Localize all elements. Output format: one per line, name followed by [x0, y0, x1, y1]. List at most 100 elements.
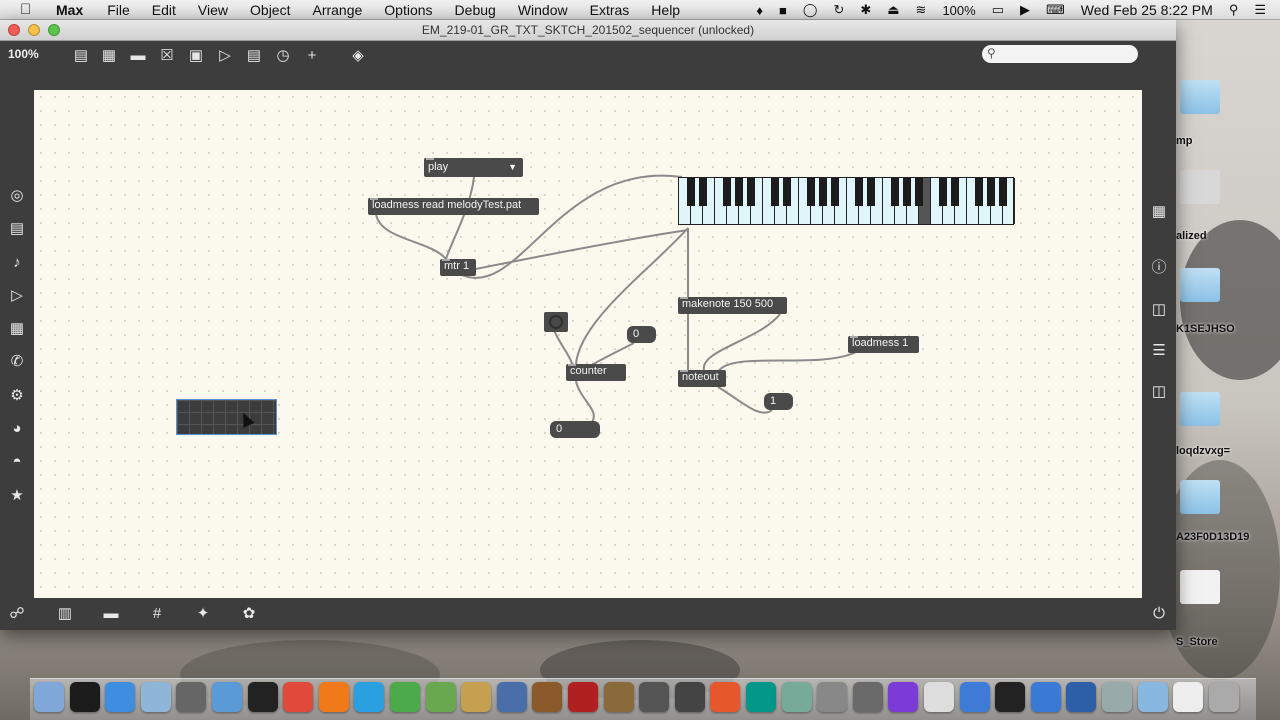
desktop-folder-icon[interactable]	[1180, 80, 1220, 114]
dock-app-icon[interactable]	[140, 682, 171, 712]
dock-app-icon[interactable]	[888, 682, 919, 712]
grid-icon[interactable]: #	[146, 604, 168, 624]
kslider-keyboard[interactable]	[678, 177, 1015, 225]
notification-center-icon[interactable]: ☰	[1254, 2, 1266, 18]
dock-app-icon[interactable]	[425, 682, 456, 712]
accessibility-icon[interactable]: ◯	[803, 2, 818, 18]
battery-label[interactable]: 100%	[942, 3, 975, 18]
black-key[interactable]	[975, 178, 983, 206]
menu-app-name[interactable]: Max	[56, 2, 83, 18]
menu-view[interactable]: View	[198, 2, 228, 18]
dock-app-icon[interactable]	[817, 682, 848, 712]
music-note-icon[interactable]: ♪	[6, 253, 28, 273]
dock-app-icon[interactable]	[710, 682, 741, 712]
plugin-icon[interactable]: ⚙	[6, 386, 28, 406]
number-counter-output[interactable]: 0	[550, 421, 600, 438]
desktop-folder-icon[interactable]	[1180, 268, 1220, 302]
bpatcher-icon[interactable]: ◓	[6, 452, 28, 472]
dock-app-icon[interactable]	[995, 682, 1026, 712]
lock-icon[interactable]: ☍	[6, 604, 28, 624]
battery-icon[interactable]: ▭	[992, 2, 1004, 18]
umenu-play[interactable]: play ▼	[424, 158, 523, 177]
wrench-icon[interactable]: ✿	[238, 604, 260, 624]
desktop-folder-icon[interactable]	[1180, 170, 1220, 204]
menu-object[interactable]: Object	[250, 2, 290, 18]
dock-app-icon[interactable]	[1137, 682, 1168, 712]
apple-icon[interactable]: 	[20, 1, 38, 18]
zoom-menu[interactable]: 100%	[8, 47, 39, 61]
pattr-icon[interactable]: ▤	[6, 219, 28, 239]
dock-app-icon[interactable]	[746, 682, 776, 712]
dsp-icon[interactable]: ▷	[6, 286, 28, 306]
dock-app-icon[interactable]	[34, 682, 64, 712]
dock-app-icon[interactable]	[318, 682, 349, 712]
wifi-icon[interactable]: ≋	[916, 2, 927, 18]
dock-app-icon[interactable]	[532, 682, 563, 712]
dock-app-icon[interactable]	[354, 682, 385, 712]
menu-extras[interactable]: Extras	[590, 2, 630, 18]
black-key[interactable]	[867, 178, 875, 206]
snap-icon[interactable]: ✦	[192, 604, 214, 624]
new-number-icon[interactable]: ▷	[214, 45, 236, 67]
dock-app-icon[interactable]	[781, 682, 812, 712]
dock-app-icon[interactable]	[69, 682, 100, 712]
menu-help[interactable]: Help	[651, 2, 680, 18]
menu-file[interactable]: File	[107, 2, 130, 18]
facetime-icon[interactable]: ■	[779, 3, 787, 18]
list-icon[interactable]: ☰	[1148, 341, 1170, 361]
desktop-file-icon[interactable]	[1180, 570, 1220, 604]
dock-app-icon[interactable]	[924, 682, 954, 712]
vst-icon[interactable]: ◕	[6, 419, 28, 439]
patcher-canvas[interactable]	[34, 90, 1142, 598]
metro-object[interactable]: mtr 1	[440, 259, 476, 276]
black-key[interactable]	[807, 178, 815, 206]
black-key[interactable]	[951, 178, 959, 206]
menu-edit[interactable]: Edit	[152, 2, 176, 18]
makenote-object[interactable]: makenote 150 500	[678, 297, 787, 314]
new-toggle-icon[interactable]: ▣	[185, 45, 207, 67]
presentation-icon[interactable]: ▥	[54, 604, 76, 624]
desktop-folder-icon[interactable]	[1180, 480, 1220, 514]
dock-app-icon[interactable]	[603, 682, 634, 712]
black-key[interactable]	[891, 178, 899, 206]
bluetooth-icon[interactable]: ✱	[860, 2, 871, 18]
black-key[interactable]	[999, 178, 1007, 206]
black-key[interactable]	[987, 178, 995, 206]
menu-options[interactable]: Options	[384, 2, 432, 18]
new-message-icon[interactable]: ▦	[98, 45, 120, 67]
columns-icon[interactable]: ◫	[1148, 300, 1170, 320]
black-key[interactable]	[735, 178, 743, 206]
dock-app-icon[interactable]	[1030, 682, 1061, 712]
volume-icon[interactable]: ▶	[1020, 2, 1030, 18]
dock-app-icon[interactable]	[568, 682, 598, 712]
star-icon[interactable]: ★	[6, 486, 28, 506]
format-paint-icon[interactable]: ◈	[347, 45, 369, 67]
counter-object[interactable]: counter	[566, 364, 626, 381]
new-slider-icon[interactable]: ▤	[243, 45, 265, 67]
black-key[interactable]	[903, 178, 911, 206]
dock-app-icon[interactable]	[247, 682, 278, 712]
dock-app-icon[interactable]	[283, 682, 314, 712]
black-key[interactable]	[771, 178, 779, 206]
black-key[interactable]	[819, 178, 827, 206]
image-icon[interactable]: ▦	[6, 319, 28, 339]
desktop-folder-icon[interactable]	[1180, 392, 1220, 426]
black-key[interactable]	[831, 178, 839, 206]
black-key[interactable]	[699, 178, 707, 206]
new-button-icon[interactable]: ☒	[156, 45, 178, 67]
dock-app-icon[interactable]	[852, 682, 883, 712]
power-icon[interactable]: ⏻	[1148, 604, 1170, 624]
dock-app-icon[interactable]	[959, 682, 990, 712]
dial-icon[interactable]: ◎	[6, 186, 28, 206]
dock-app-icon[interactable]	[1066, 682, 1097, 712]
number-counter-max[interactable]: 0	[627, 326, 656, 343]
search-input[interactable]: ⚲	[982, 45, 1138, 63]
dropbox-icon[interactable]: ♦	[756, 3, 763, 18]
number-channel[interactable]: 1	[764, 393, 793, 410]
clock[interactable]: Wed Feb 25 8:22 PM	[1081, 2, 1213, 18]
book-icon[interactable]: ◫	[1148, 382, 1170, 402]
comment-icon[interactable]: ▬	[100, 604, 122, 624]
info-icon[interactable]: ⓘ	[1148, 258, 1170, 278]
black-key[interactable]	[783, 178, 791, 206]
time-machine-icon[interactable]: ↻	[833, 2, 844, 18]
